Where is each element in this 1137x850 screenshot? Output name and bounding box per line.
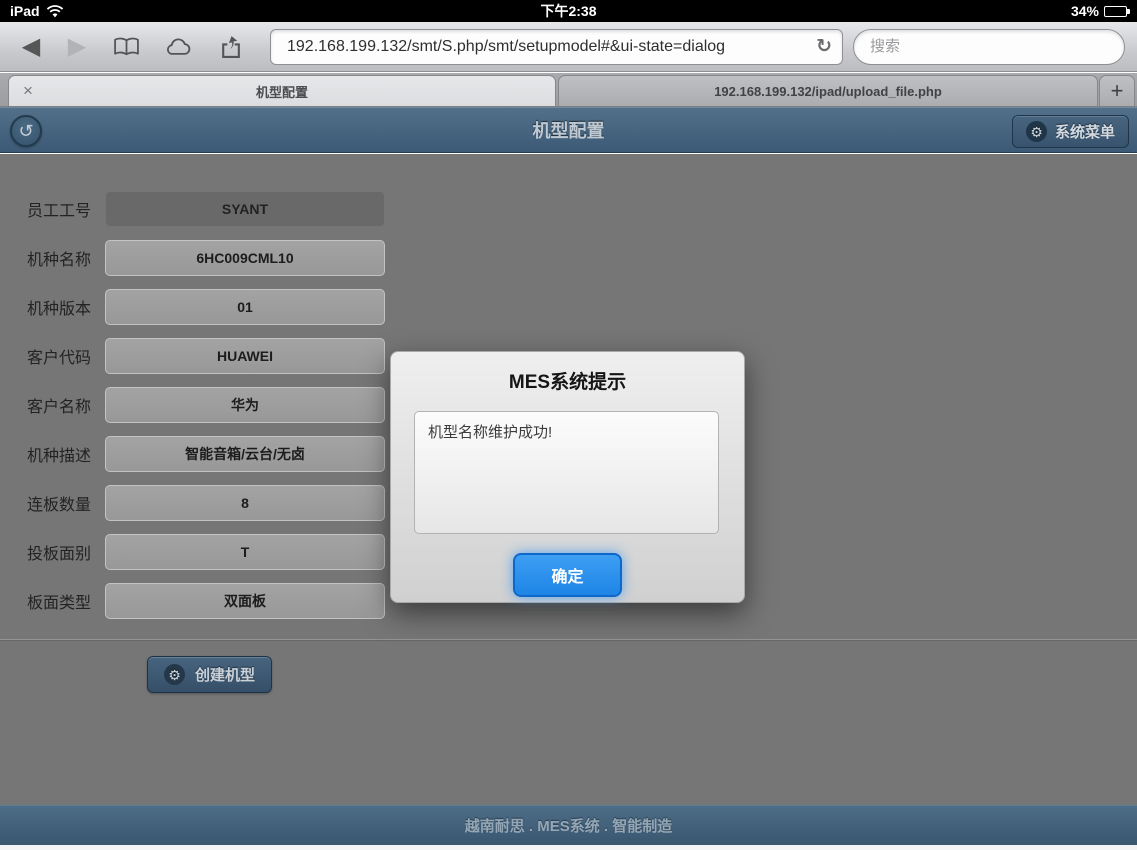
gear-icon: ⚙ <box>164 664 185 685</box>
field-label: 机种名称 <box>27 246 105 270</box>
field-label: 客户名称 <box>27 393 105 417</box>
field-label: 连板数量 <box>27 491 105 515</box>
create-model-label: 创建机型 <box>195 664 255 685</box>
url-text: 192.168.199.132/smt/S.php/smt/setupmodel… <box>281 38 816 56</box>
page-title: 机型配置 <box>0 108 1137 154</box>
refresh-icon[interactable]: ↻ <box>816 35 832 58</box>
model-version-field[interactable]: 01 <box>105 289 385 325</box>
clock: 下午2:38 <box>0 1 1137 21</box>
field-label: 投板面别 <box>27 540 105 564</box>
confirm-button[interactable]: 确定 <box>513 553 621 597</box>
ios-status-bar: iPad 下午2:38 34% <box>0 0 1137 22</box>
bottom-strip <box>0 845 1137 850</box>
form-divider <box>0 639 1137 641</box>
tab-bar: × 机型配置 192.168.199.132/ipad/upload_file.… <box>0 73 1137 107</box>
model-name-field[interactable]: 6HC009CML10 <box>105 240 385 276</box>
mes-alert-dialog: MES系统提示 机型名称维护成功! 确定 <box>390 351 745 603</box>
customer-name-field[interactable]: 华为 <box>105 387 385 423</box>
share-icon <box>218 35 243 58</box>
field-label: 客户代码 <box>27 344 105 368</box>
field-label: 机种版本 <box>27 295 105 319</box>
plus-icon: + <box>1111 78 1124 104</box>
field-label: 员工工号 <box>27 197 105 221</box>
forward-button[interactable]: ▶ <box>54 35 100 59</box>
model-description-field[interactable]: 智能音箱/云台/无卤 <box>105 436 385 472</box>
page-header: ↺ 机型配置 ⚙ 系统菜单 <box>0 107 1137 153</box>
panel-count-field[interactable]: 8 <box>105 485 385 521</box>
browser-toolbar: ◀ ▶ 192.168.199.132/smt/S.php/smt/setupm… <box>0 22 1137 72</box>
board-type-field[interactable]: 双面板 <box>105 583 385 619</box>
board-side-field[interactable]: T <box>105 534 385 570</box>
url-bar[interactable]: 192.168.199.132/smt/S.php/smt/setupmodel… <box>270 29 843 65</box>
tab-setupmodel[interactable]: × 机型配置 <box>8 75 556 106</box>
battery-percent: 34% <box>1071 3 1099 19</box>
footer-text: 越南耐思 . MES系统 . 智能制造 <box>465 815 673 836</box>
close-icon[interactable]: × <box>23 81 33 101</box>
dialog-message: 机型名称维护成功! <box>414 411 719 534</box>
create-model-button[interactable]: ⚙ 创建机型 <box>147 656 272 693</box>
back-button[interactable]: ◀ <box>8 35 54 59</box>
battery-icon <box>1104 6 1127 17</box>
app-footer: 越南耐思 . MES系统 . 智能制造 <box>0 805 1137 845</box>
search-field-wrap <box>853 29 1125 65</box>
employee-id-field[interactable]: SYANT <box>105 191 385 227</box>
tab-label: 机型配置 <box>256 82 308 101</box>
icloud-tabs-button[interactable] <box>152 38 204 56</box>
share-button[interactable] <box>204 35 256 58</box>
dialog-actions: 确定 <box>391 553 744 597</box>
new-tab-button[interactable]: + <box>1099 75 1135 106</box>
tab-label: 192.168.199.132/ipad/upload_file.php <box>714 84 942 99</box>
book-icon <box>113 37 140 57</box>
cloud-icon <box>163 38 193 56</box>
form-row-model-version: 机种版本 01 <box>27 289 1137 325</box>
form-row-employee-id: 员工工号 SYANT <box>27 191 1137 227</box>
dialog-title: MES系统提示 <box>391 367 744 394</box>
field-label: 板面类型 <box>27 589 105 613</box>
customer-code-field[interactable]: HUAWEI <box>105 338 385 374</box>
system-menu-button[interactable]: ⚙ 系统菜单 <box>1012 115 1129 148</box>
form-row-model-name: 机种名称 6HC009CML10 <box>27 240 1137 276</box>
system-menu-label: 系统菜单 <box>1055 121 1115 142</box>
tab-upload-file[interactable]: 192.168.199.132/ipad/upload_file.php <box>558 75 1098 106</box>
search-input[interactable] <box>870 30 1108 64</box>
field-label: 机种描述 <box>27 442 105 466</box>
bookmarks-button[interactable] <box>100 37 152 57</box>
gear-icon: ⚙ <box>1026 121 1047 142</box>
